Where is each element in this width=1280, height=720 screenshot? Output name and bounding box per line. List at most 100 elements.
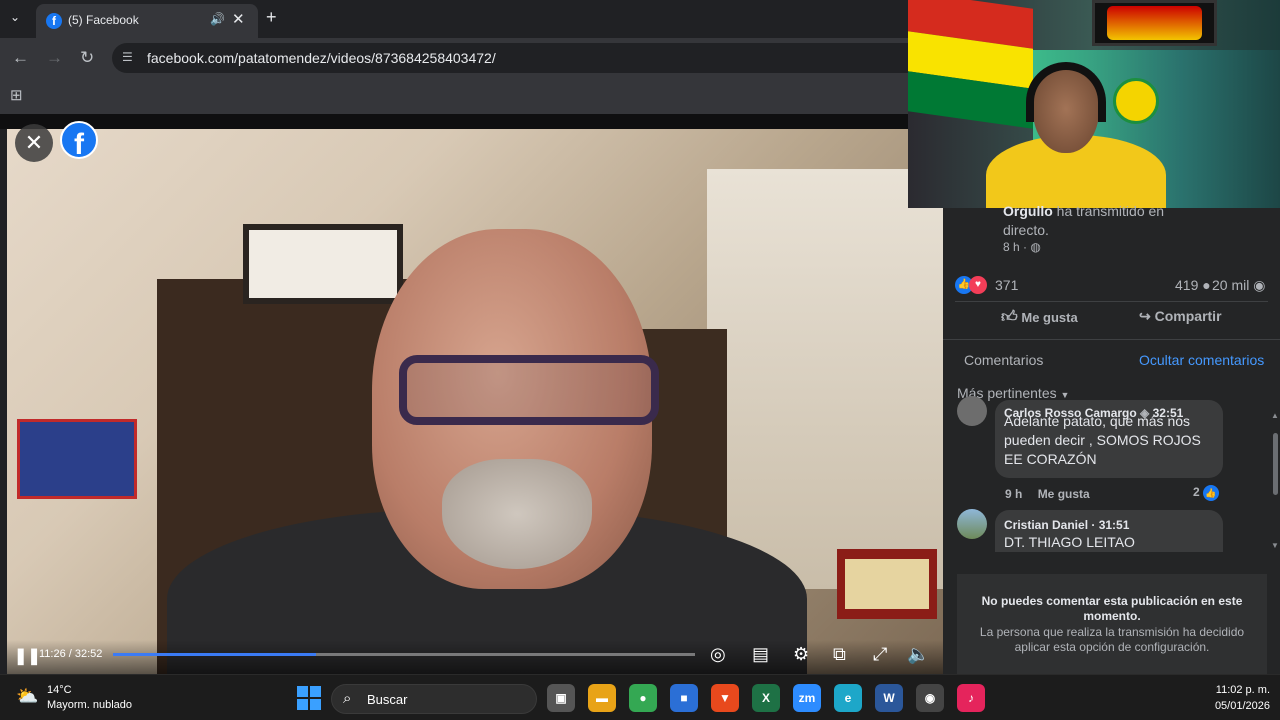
settings-gear-icon[interactable]: ⚙ <box>793 644 809 665</box>
search-icon: ⌕ <box>343 690 352 707</box>
view-count-value: 20 mil <box>1212 277 1250 293</box>
weather-description[interactable]: Mayorm. nublado <box>47 699 132 711</box>
view-count: 20 mil ◉ <box>1212 277 1265 294</box>
chrome-icon[interactable]: ● <box>629 684 657 712</box>
tab-close-icon[interactable]: ✕ <box>232 10 245 28</box>
comment-count[interactable]: 419 ● <box>1175 277 1211 293</box>
video-progress-fill <box>113 653 316 656</box>
picture-in-picture-icon[interactable]: ⧉ <box>833 644 846 665</box>
scroll-down-icon[interactable]: ▼ <box>1271 541 1279 550</box>
forward-icon[interactable]: → <box>46 48 63 68</box>
cloudy-weather-icon[interactable]: ⛅ <box>16 686 38 707</box>
site-info-icon[interactable]: ☰ <box>122 50 133 64</box>
speaker-icon[interactable]: 🔊 <box>210 12 225 26</box>
start-tile <box>297 699 308 710</box>
video-wall-sign <box>17 419 137 499</box>
windows-taskbar: ⛅ 14°C Mayorm. nublado ⌕ Buscar ▣ ▬ ● ■ ▼ Xzm… <box>0 674 1280 720</box>
comment-actions: 9 h Me gusta <box>1005 487 1090 501</box>
weather-temperature[interactable]: 14°C <box>47 684 72 696</box>
share-button[interactable]: ↪ Compartir <box>1139 308 1222 325</box>
comment-timestamp: 31:51 <box>1098 518 1130 532</box>
comment-like-count-value: 2 <box>1193 485 1200 499</box>
volume-icon[interactable]: 🔈 <box>907 644 929 665</box>
avatar[interactable] <box>957 396 987 426</box>
tab-search-icon[interactable]: ⌄ <box>10 10 20 24</box>
webcam-crest-badge <box>1113 78 1159 124</box>
comment-age[interactable]: 9 h <box>1005 487 1022 501</box>
like-reaction-icon: 👍 <box>1203 485 1220 501</box>
eye-icon: ◉ <box>1253 277 1266 293</box>
video-plaque-inner <box>845 559 929 609</box>
url-text[interactable]: facebook.com/patatomendez/videos/8736842… <box>147 50 496 66</box>
reaction-count[interactable]: 371 <box>995 277 1018 293</box>
address-bar[interactable]: ☰ facebook.com/patatomendez/videos/87368… <box>112 43 922 73</box>
word-icon[interactable]: W <box>875 684 903 712</box>
divider <box>955 301 1268 302</box>
webcam-overlay <box>908 0 1280 208</box>
tiktok-icon[interactable]: ♪ <box>957 684 985 712</box>
back-icon[interactable]: ← <box>12 48 29 68</box>
comments-disabled-notice: No puedes comentar esta publicación en e… <box>957 574 1267 674</box>
comment-like-count[interactable]: 2 👍 <box>1193 485 1220 501</box>
edge-icon[interactable]: e <box>834 684 862 712</box>
search-placeholder: Buscar <box>367 692 408 707</box>
close-video-button[interactable]: ✕ <box>15 124 53 162</box>
page-name[interactable]: Orgullo <box>1003 203 1053 219</box>
post-side-panel: Orgullo ha transmitido en directo. 8 h ·… <box>943 203 1280 674</box>
comment-bubble: Cristian Daniel · 31:51 DT. THIAGO LEITA… <box>995 510 1223 552</box>
captions-icon[interactable]: ◎ <box>710 644 726 665</box>
facebook-logo-icon[interactable]: f <box>60 121 98 161</box>
post-age[interactable]: 8 h · <box>1003 240 1030 254</box>
love-reaction-icon: ♥ <box>969 276 987 294</box>
clock-date[interactable]: 05/01/2026 <box>1192 700 1270 712</box>
brave-icon[interactable]: ▼ <box>711 684 739 712</box>
scroll-thumb[interactable] <box>1273 433 1278 495</box>
browser-tab[interactable]: f (5) Facebook 🔊 ✕ <box>36 4 258 38</box>
video-player[interactable] <box>7 129 943 674</box>
obs-icon[interactable]: ◉ <box>916 684 944 712</box>
comments-scrollbar[interactable]: ▲ ▼ <box>1271 411 1280 551</box>
comment-author[interactable]: Cristian Daniel · 31:51 <box>1004 518 1129 532</box>
clip-icon[interactable]: ▤ <box>752 644 769 665</box>
notice-body: La persona que realiza la transmisión ha… <box>979 625 1245 654</box>
fullscreen-icon[interactable]: ⤢ <box>873 644 887 665</box>
webcam-tv-logo <box>1107 6 1202 40</box>
scroll-up-icon[interactable]: ▲ <box>1271 411 1279 420</box>
like-button[interactable]: 👍︎ Me gusta <box>1001 308 1078 327</box>
file-explorer-icon[interactable]: ▬ <box>588 684 616 712</box>
comment-bubble-icon: ● <box>1202 277 1211 293</box>
taskbar-search[interactable]: ⌕ Buscar <box>331 684 537 714</box>
thumbs-up-icon: 👍︎ <box>1001 309 1018 326</box>
video-top-strip <box>0 114 943 129</box>
clock-time[interactable]: 11:02 p. m. <box>1192 684 1270 696</box>
video-background-wall <box>707 169 943 589</box>
notice-title: No puedes comentar esta publicación en e… <box>981 594 1243 623</box>
video-person-beard <box>442 459 592 569</box>
comment-bubble: Carlos Rosso Camargo ◈ 32:51 Adelante pa… <box>995 400 1223 478</box>
zoom-icon[interactable]: zm <box>793 684 821 712</box>
share-arrow-icon: ↪ <box>1139 308 1151 324</box>
task-view-icon[interactable]: ▣ <box>547 684 575 712</box>
excel-icon[interactable]: X <box>752 684 780 712</box>
caret-down-icon: ▼ <box>1060 390 1070 400</box>
reload-icon[interactable]: ↻ <box>80 48 94 68</box>
microsoft-store-icon[interactable]: ■ <box>670 684 698 712</box>
avatar[interactable] <box>957 509 987 539</box>
share-button-label: Compartir <box>1154 308 1222 324</box>
comment-author-name: Cristian Daniel <box>1004 518 1089 532</box>
apps-grid-icon[interactable]: ⊞ <box>10 86 23 104</box>
comments-tab[interactable]: Comentarios <box>964 352 1043 368</box>
new-tab-icon[interactable]: + <box>266 7 277 28</box>
pause-icon[interactable]: ❚❚ <box>14 646 41 666</box>
video-person-glasses <box>399 355 659 425</box>
windows-start-icon[interactable] <box>297 686 321 710</box>
tab-title: (5) Facebook <box>68 13 139 27</box>
hide-comments-link[interactable]: Ocultar comentarios <box>1139 352 1264 368</box>
facebook-favicon-icon: f <box>46 13 62 29</box>
start-tile <box>310 686 321 697</box>
video-progress-bar[interactable] <box>113 653 695 656</box>
comment-like-link[interactable]: Me gusta <box>1038 487 1090 501</box>
video-wall-picture <box>243 224 403 304</box>
video-time: 11:26 / 32:52 <box>39 648 103 660</box>
divider <box>943 339 1280 340</box>
